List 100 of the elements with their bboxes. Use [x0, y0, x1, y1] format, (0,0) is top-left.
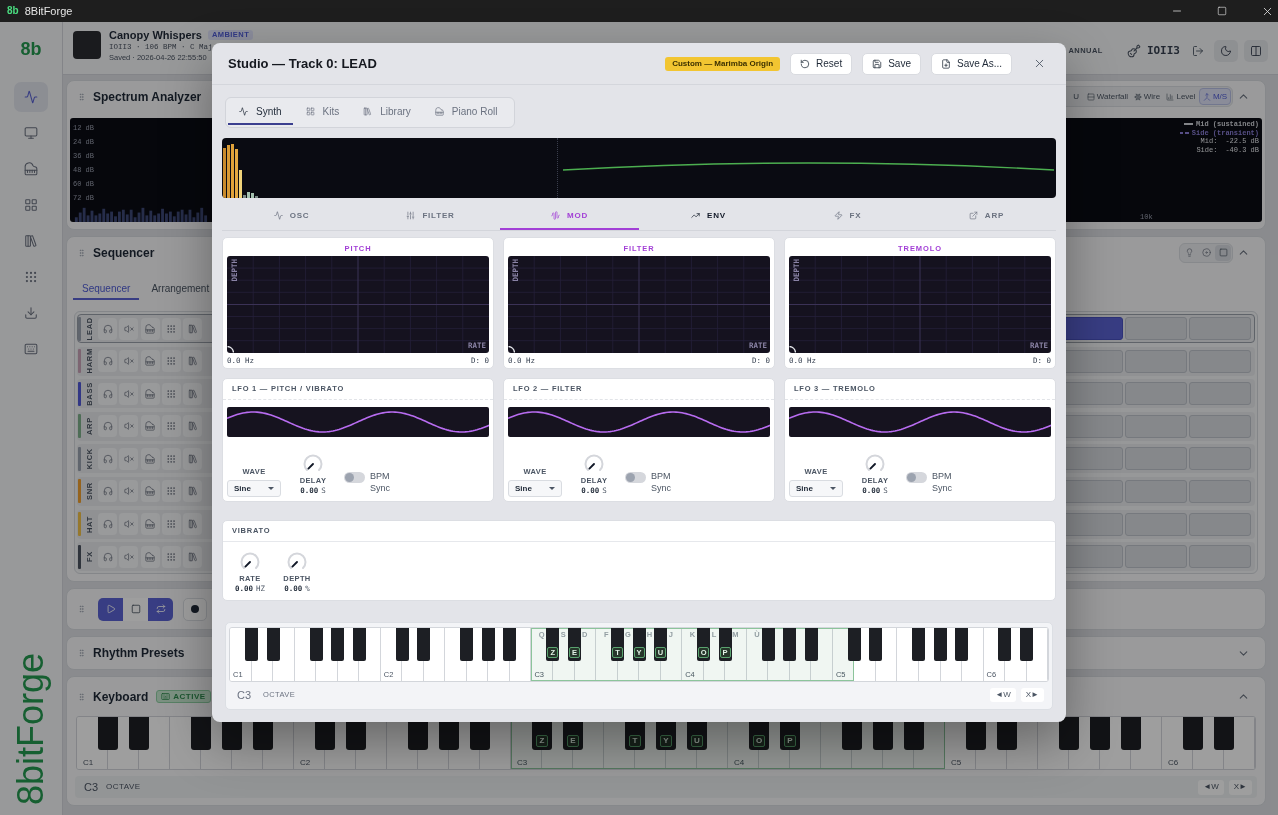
step-cell[interactable] [1189, 447, 1251, 471]
piano-key[interactable] [998, 628, 1012, 661]
knob[interactable] [584, 454, 604, 474]
track-button[interactable] [161, 317, 181, 340]
view-tab[interactable]: Waterfall [1084, 88, 1131, 105]
octave-down-button[interactable]: ◄W [990, 688, 1016, 702]
track-button[interactable] [183, 415, 203, 438]
track-button[interactable] [161, 447, 181, 470]
piano-key[interactable] [98, 717, 118, 751]
track-button[interactable] [119, 415, 139, 438]
piano-key[interactable] [503, 628, 517, 661]
track-button[interactable] [161, 480, 181, 503]
track-button[interactable] [119, 317, 139, 340]
track-button[interactable] [183, 447, 203, 470]
loop-button[interactable] [148, 597, 173, 621]
section-tab[interactable]: OSC [222, 203, 361, 230]
bpm-sync-toggle[interactable] [344, 472, 365, 483]
step-cell[interactable] [1189, 479, 1251, 503]
section-tab[interactable]: MOD [500, 203, 639, 230]
pad-handle-icon[interactable] [789, 346, 796, 353]
layout-button[interactable] [1244, 40, 1268, 62]
step-cell[interactable] [1125, 447, 1187, 471]
octave-up-button[interactable]: X► [1020, 688, 1044, 702]
octave-up-button[interactable]: X► [1228, 779, 1252, 795]
studio-tab[interactable]: Kits [294, 100, 351, 125]
track-button[interactable] [183, 317, 203, 340]
logout-button[interactable] [1190, 43, 1206, 59]
knob[interactable] [865, 454, 885, 474]
studio-tab[interactable]: Library [352, 100, 422, 125]
piano-key[interactable] [1059, 717, 1079, 751]
track-button[interactable] [119, 382, 139, 405]
view-tab[interactable]: M/S [1199, 88, 1231, 105]
pad-handle-icon[interactable] [508, 346, 515, 353]
step-cell[interactable] [1189, 382, 1251, 406]
studio-tab[interactable]: Synth [228, 100, 293, 125]
track-button[interactable] [161, 545, 181, 568]
theme-toggle-button[interactable] [1214, 40, 1238, 62]
view-tab[interactable]: Level [1163, 88, 1199, 105]
piano-key[interactable] [331, 628, 345, 661]
sequencer-tab[interactable]: Arrangement [143, 278, 218, 300]
track-button[interactable] [140, 513, 160, 536]
section-tab[interactable]: FX [778, 203, 917, 230]
wave-select[interactable]: Sine [508, 480, 562, 497]
knob[interactable] [240, 552, 260, 572]
track-button[interactable] [119, 513, 139, 536]
track-button[interactable] [119, 350, 139, 373]
view-tab[interactable]: U [1062, 88, 1084, 105]
view-tab[interactable]: Wire [1131, 88, 1163, 105]
track-button[interactable] [161, 382, 181, 405]
track-button[interactable] [183, 382, 203, 405]
track-button[interactable] [98, 382, 117, 405]
piano-key[interactable] [869, 628, 883, 661]
track-button[interactable] [140, 317, 160, 340]
track-button[interactable] [98, 415, 117, 438]
bpm-sync-toggle[interactable] [906, 472, 927, 483]
track-button[interactable] [140, 545, 160, 568]
track-button[interactable] [161, 513, 181, 536]
piano-key[interactable] [912, 628, 926, 661]
section-tab[interactable]: ENV [639, 203, 778, 230]
step-cell[interactable] [1189, 512, 1251, 536]
piano-key[interactable] [1214, 717, 1234, 751]
piano-key[interactable] [417, 628, 431, 661]
sequencer-tab[interactable]: Sequencer [73, 278, 140, 300]
track-button[interactable] [183, 350, 203, 373]
step-cell[interactable] [1125, 414, 1187, 438]
octave-down-button[interactable]: ◄W [1198, 779, 1224, 795]
track-button[interactable] [119, 447, 139, 470]
section-tab[interactable]: FILTER [361, 203, 500, 230]
wave-select[interactable]: Sine [789, 480, 843, 497]
dialog-action-button[interactable]: Reset [790, 52, 853, 75]
track-button[interactable] [98, 317, 117, 340]
piano-key[interactable] [955, 628, 969, 661]
track-button[interactable] [98, 513, 117, 536]
step-cell[interactable] [1189, 349, 1251, 373]
piano-key[interactable] [783, 628, 797, 661]
track-button[interactable] [183, 513, 203, 536]
piano-key[interactable] [1183, 717, 1203, 751]
track-button[interactable] [119, 545, 139, 568]
dialog-action-button[interactable]: Save As... [930, 52, 1012, 75]
track-button[interactable] [98, 447, 117, 470]
stop-button[interactable] [123, 597, 148, 621]
track-button[interactable] [140, 415, 160, 438]
play-button[interactable] [98, 597, 123, 621]
track-button[interactable] [119, 480, 139, 503]
bpm-sync-toggle[interactable] [625, 472, 646, 483]
step-cell[interactable] [1125, 479, 1187, 503]
track-button[interactable] [98, 350, 117, 373]
studio-tab[interactable]: Piano Roll [423, 100, 509, 125]
track-button[interactable] [140, 382, 160, 405]
step-cell[interactable] [1125, 545, 1187, 569]
step-cell[interactable] [1125, 382, 1187, 406]
step-cell[interactable] [1189, 545, 1251, 569]
pad-handle-icon[interactable] [227, 346, 234, 353]
section-tab[interactable]: ARP [917, 203, 1056, 230]
step-cell[interactable] [1189, 317, 1251, 340]
track-button[interactable] [140, 447, 160, 470]
knob[interactable] [303, 454, 323, 474]
track-button[interactable] [140, 480, 160, 503]
piano-key[interactable] [191, 717, 211, 751]
piano-key[interactable] [460, 628, 474, 661]
